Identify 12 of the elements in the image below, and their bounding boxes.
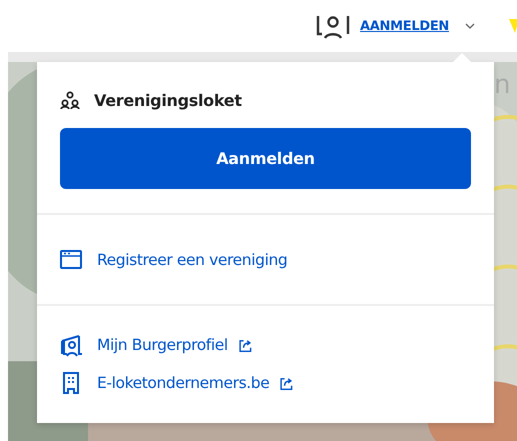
login-button[interactable]: Aanmelden — [60, 128, 471, 189]
profile-icon — [59, 333, 83, 357]
logo-icon — [509, 19, 517, 33]
panel-title: Verenigingsloket — [94, 90, 242, 110]
menu-link[interactable]: Mijn Burgerprofiel — [97, 336, 228, 354]
login-link[interactable]: AANMELDEN — [360, 18, 449, 34]
window-icon — [59, 248, 83, 272]
menu-link[interactable]: E-loketondernemers.be — [97, 374, 270, 392]
menu-link[interactable]: Registreer een vereniging — [97, 251, 288, 269]
group-icon — [60, 91, 80, 109]
chevron-icon[interactable] — [465, 23, 475, 29]
user-icon — [316, 13, 350, 39]
